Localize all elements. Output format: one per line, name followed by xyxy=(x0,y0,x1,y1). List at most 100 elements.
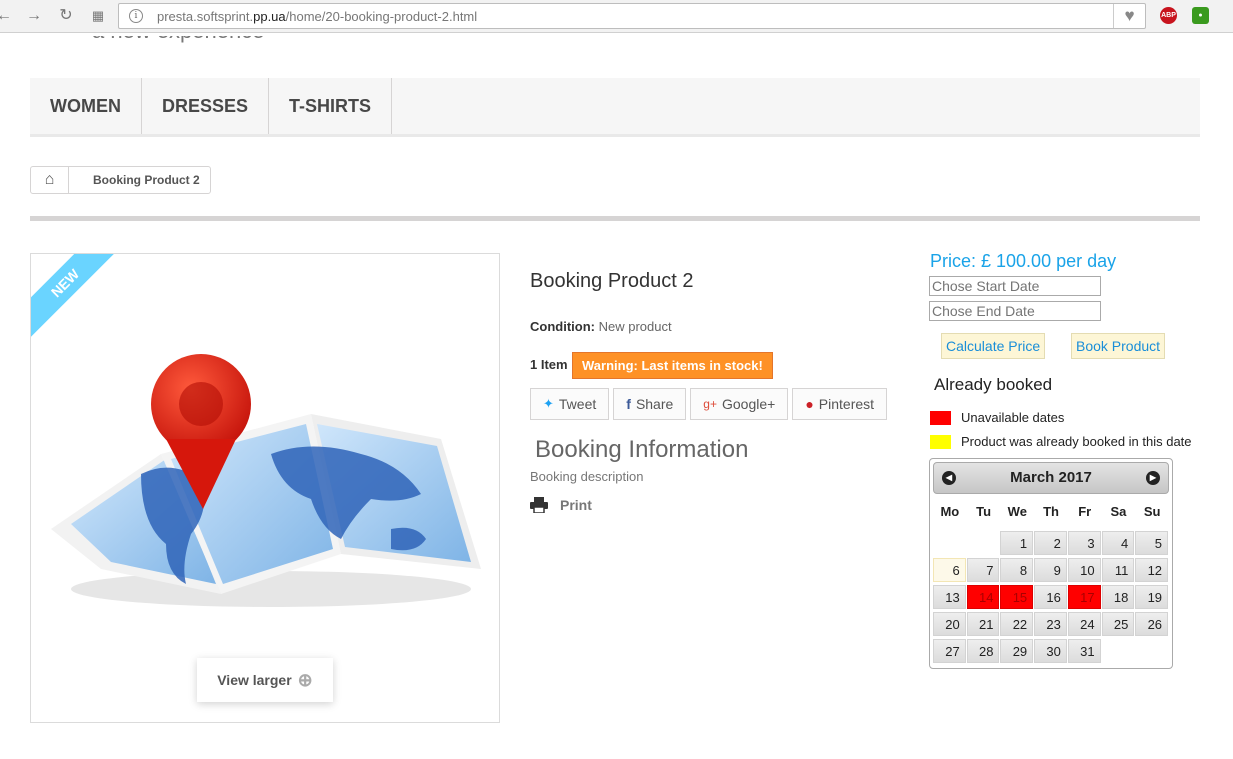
start-date-input[interactable] xyxy=(929,276,1101,296)
calendar-day[interactable]: 25 xyxy=(1101,612,1135,636)
calendar-month: March 2017 xyxy=(1010,469,1092,486)
weekday-label: Su xyxy=(1143,504,1161,519)
calendar-week: 12345 xyxy=(933,531,1169,558)
legend-booked-label: Product was already booked in this date xyxy=(961,434,1192,449)
calendar-day[interactable]: 26 xyxy=(1135,612,1169,636)
back-icon[interactable]: ← xyxy=(0,6,14,26)
printer-icon xyxy=(530,497,548,513)
calendar-day[interactable]: 13 xyxy=(933,585,966,609)
google-plus-icon: g+ xyxy=(703,397,717,411)
weekday-label: Th xyxy=(1043,504,1059,519)
end-date-input[interactable] xyxy=(929,301,1101,321)
reload-icon[interactable]: ↻ xyxy=(56,6,76,26)
weekday-label: Mo xyxy=(940,504,960,519)
product-title: Booking Product 2 xyxy=(530,270,694,292)
heart-icon[interactable]: ♥ xyxy=(1113,4,1145,28)
calendar-day[interactable]: 29 xyxy=(1000,639,1034,663)
extension-icon[interactable]: ● xyxy=(1192,7,1209,24)
calendar-day[interactable]: 18 xyxy=(1101,585,1135,609)
calendar-day[interactable]: 16 xyxy=(1034,585,1067,609)
url-text[interactable]: presta.softsprint.pp.ua/home/20-booking-… xyxy=(157,9,477,24)
divider xyxy=(30,216,1200,221)
new-badge: NEW xyxy=(31,254,116,339)
weekday-label: Sa xyxy=(1110,504,1127,519)
calendar-day[interactable]: 31 xyxy=(1067,639,1101,663)
facebook-icon: f xyxy=(626,396,631,412)
view-larger-label: View larger xyxy=(217,672,292,688)
calendar-day[interactable]: 9 xyxy=(1034,558,1067,582)
calendar-day[interactable]: 20 xyxy=(933,612,966,636)
calendar-day[interactable]: 14 xyxy=(966,585,1000,609)
booking-price: Price: £ 100.00 per day xyxy=(930,251,1117,271)
prev-month-icon[interactable]: ◀ xyxy=(942,471,956,485)
booking-info-heading: Booking Information xyxy=(535,436,749,463)
calendar-day[interactable]: 22 xyxy=(1000,612,1034,636)
calendar-day[interactable]: 6 xyxy=(933,558,966,582)
forward-icon[interactable]: → xyxy=(24,6,44,26)
calendar-day[interactable]: 15 xyxy=(1000,585,1034,609)
calendar-day[interactable]: 7 xyxy=(966,558,1000,582)
top-menu: WOMEN DRESSES T-SHIRTS xyxy=(30,78,1200,137)
legend-unavailable: Unavailable dates xyxy=(930,410,1064,425)
pinterest-button[interactable]: ● Pinterest xyxy=(792,388,888,420)
apps-icon[interactable]: ▦ xyxy=(88,6,108,26)
booking-calendar: ◀ March 2017 ▶ Mo Tu We Th Fr Sa Su 1234567891… xyxy=(929,458,1173,669)
calendar-day[interactable]: 30 xyxy=(1034,639,1067,663)
new-ribbon: NEW xyxy=(31,254,116,339)
calendar-day[interactable]: 2 xyxy=(1034,531,1067,555)
address-bar[interactable]: i presta.softsprint.pp.ua/home/20-bookin… xyxy=(118,3,1146,29)
calendar-day[interactable]: 12 xyxy=(1135,558,1169,582)
calendar-day[interactable]: 23 xyxy=(1034,612,1067,636)
tweet-label: Tweet xyxy=(558,396,597,412)
calendar-day[interactable]: 5 xyxy=(1135,531,1168,555)
calendar-day[interactable]: 3 xyxy=(1067,531,1101,555)
calendar-day[interactable]: 24 xyxy=(1067,612,1101,636)
menu-item-dresses[interactable]: DRESSES xyxy=(142,78,270,134)
calendar-grid: 1 2 3 4 5 6 7 8 9 10 11 12 13 14 15 16 17 18 19 20 21 22 23 24 2… xyxy=(933,531,1169,666)
google-plus-button[interactable]: g+ Google+ xyxy=(690,388,789,420)
product-condition: Condition: New product xyxy=(530,319,672,334)
calendar-day[interactable]: 27 xyxy=(933,639,966,663)
weekday-label: Fr xyxy=(1078,504,1092,519)
calendar-day[interactable]: 4 xyxy=(1101,531,1135,555)
calendar-empty-cell xyxy=(1135,639,1168,663)
legend-yellow-swatch xyxy=(930,434,951,449)
adblock-icon[interactable]: ABP xyxy=(1160,7,1177,24)
calendar-day[interactable]: 19 xyxy=(1135,585,1169,609)
product-quantity: 1 Item xyxy=(530,357,568,372)
weekday-label: Tu xyxy=(976,504,992,519)
already-booked-heading: Already booked xyxy=(934,375,1053,394)
pinterest-label: Pinterest xyxy=(818,396,875,412)
calendar-week: 13 14 15 16 17 18 19 xyxy=(933,585,1169,612)
calendar-header: ◀ March 2017 ▶ xyxy=(933,462,1169,494)
calendar-day[interactable]: 21 xyxy=(966,612,1000,636)
map-illustration xyxy=(51,354,481,607)
calculate-price-button[interactable]: Calculate Price xyxy=(941,333,1046,359)
menu-item-women[interactable]: WOMEN xyxy=(30,78,142,134)
print-label: Print xyxy=(560,497,592,513)
calendar-day[interactable]: 17 xyxy=(1067,585,1101,609)
info-icon[interactable]: i xyxy=(129,9,143,23)
calendar-day[interactable]: 10 xyxy=(1067,558,1101,582)
next-month-icon[interactable]: ▶ xyxy=(1146,471,1160,485)
calendar-day[interactable]: 11 xyxy=(1101,558,1135,582)
calendar-day[interactable]: 1 xyxy=(1000,531,1034,555)
legend-unavailable-label: Unavailable dates xyxy=(961,410,1065,425)
calendar-day[interactable]: 8 xyxy=(1000,558,1034,582)
product-image-box[interactable]: NEW View larger ⊕ xyxy=(30,253,500,723)
calendar-week: 6 7 8 9 10 11 12 xyxy=(933,558,1169,585)
calendar-empty-cell xyxy=(933,531,966,555)
legend-red-swatch xyxy=(930,410,951,425)
tweet-button[interactable]: ✦ Tweet xyxy=(530,388,610,420)
book-product-button[interactable]: Book Product xyxy=(1071,333,1166,359)
pinterest-icon: ● xyxy=(805,396,814,412)
facebook-share-button[interactable]: f Share xyxy=(613,388,687,420)
print-link[interactable]: Print xyxy=(530,497,592,513)
calendar-day[interactable]: 28 xyxy=(966,639,1000,663)
view-larger-button[interactable]: View larger ⊕ xyxy=(197,658,333,702)
condition-value: New product xyxy=(598,319,672,334)
calendar-week: 27 28 29 30 31 xyxy=(933,639,1169,666)
menu-item-tshirts[interactable]: T-SHIRTS xyxy=(269,78,393,134)
weekday-label: We xyxy=(1007,504,1027,519)
home-icon[interactable]: ⌂ xyxy=(31,167,69,193)
